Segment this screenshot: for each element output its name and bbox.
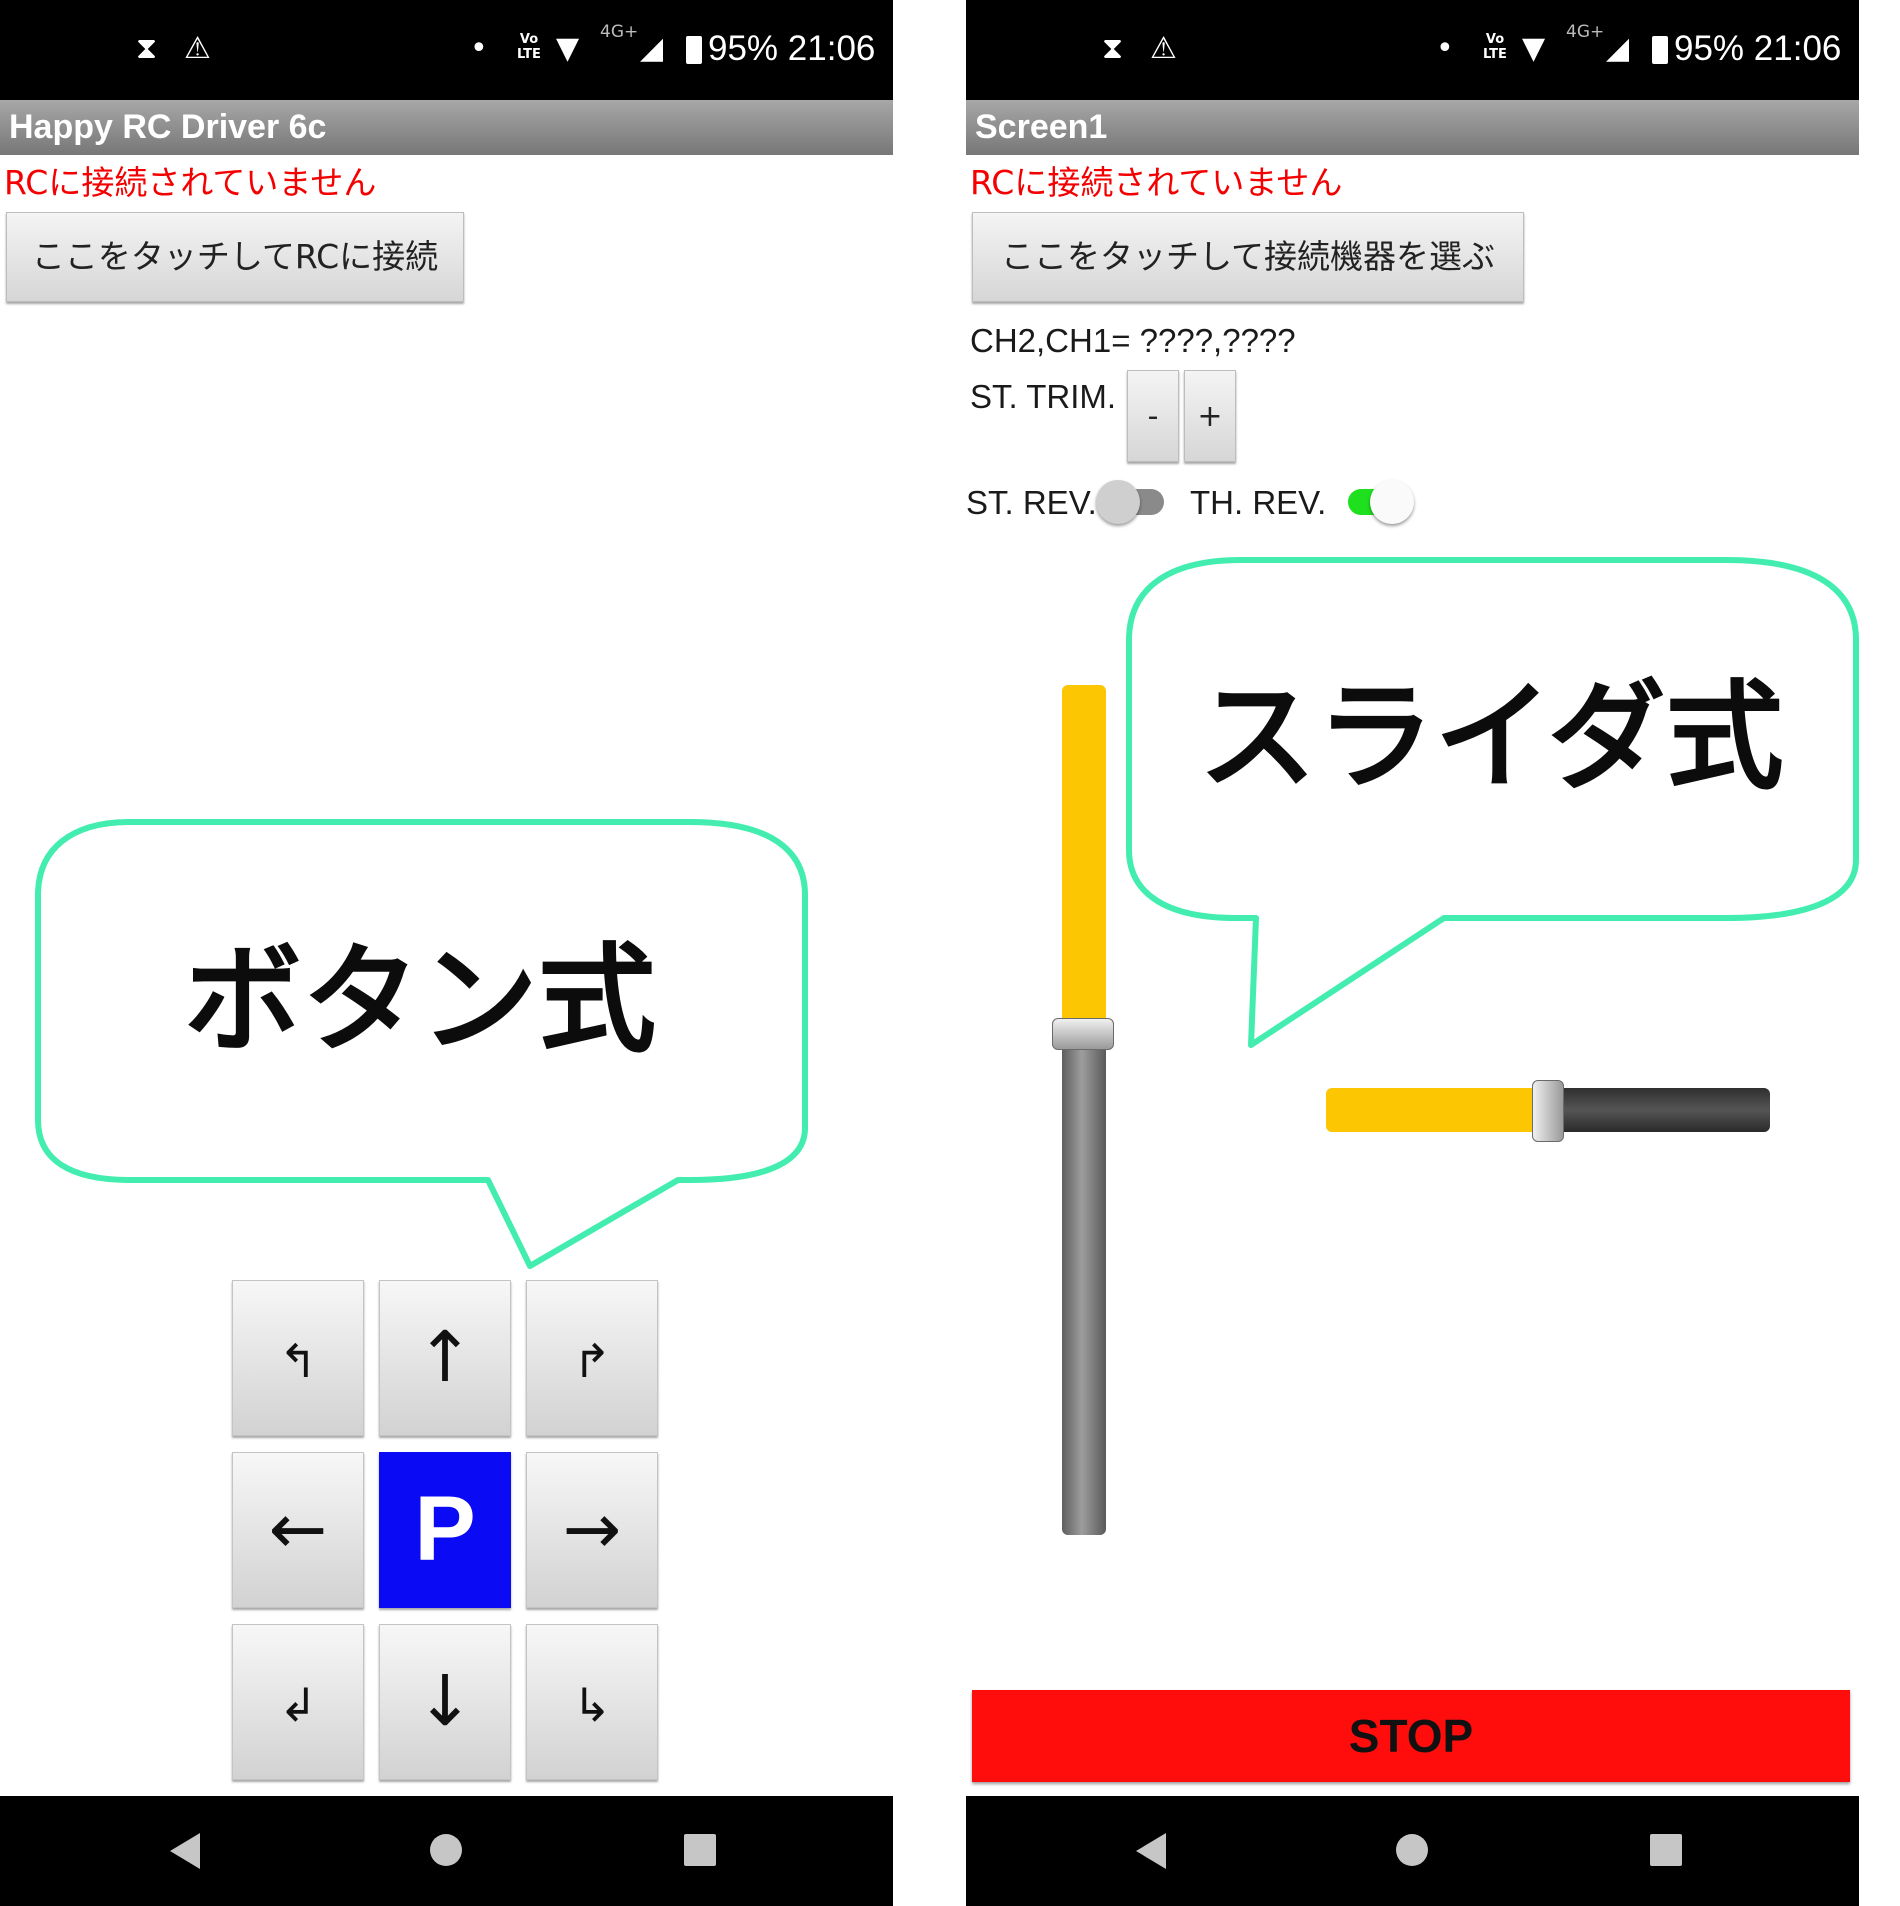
speech-bubble-slider-style bbox=[1126, 557, 1859, 1048]
stop-button[interactable]: STOP bbox=[972, 1690, 1850, 1782]
steering-slider-fill bbox=[1326, 1088, 1548, 1132]
home-icon[interactable] bbox=[1396, 1834, 1428, 1866]
recents-icon[interactable] bbox=[684, 1834, 716, 1866]
back-button[interactable]: ↓ bbox=[379, 1624, 511, 1780]
recents-icon[interactable] bbox=[1650, 1834, 1682, 1866]
forward-button[interactable]: ↑ bbox=[379, 1280, 511, 1436]
left-phone-screen: ⧗ ⚠ • Vo LTE ▼ 4G+ ◢ 95% 21:06 Happy RC … bbox=[0, 0, 893, 1906]
back-icon[interactable] bbox=[1136, 1833, 1166, 1869]
park-button[interactable]: P bbox=[379, 1452, 511, 1608]
forward-right-button[interactable]: ↱ bbox=[526, 1280, 658, 1436]
bubble-label-button-style: ボタン式 bbox=[183, 931, 656, 1069]
back-left-button[interactable]: ↲ bbox=[232, 1624, 364, 1780]
right-phone-screen: ⧗ ⚠ • Vo LTE ▼ 4G+ ◢ 95% 21:06 Screen1 R… bbox=[966, 0, 1859, 1906]
forward-left-button[interactable]: ↰ bbox=[232, 1280, 364, 1436]
left-button[interactable]: ← bbox=[232, 1452, 364, 1608]
navigation-bar bbox=[0, 1796, 893, 1906]
home-icon[interactable] bbox=[430, 1834, 462, 1866]
back-right-button[interactable]: ↳ bbox=[526, 1624, 658, 1780]
navigation-bar bbox=[966, 1796, 1859, 1906]
right-button[interactable]: → bbox=[526, 1452, 658, 1608]
back-icon[interactable] bbox=[170, 1833, 200, 1869]
steering-slider-track bbox=[1548, 1088, 1770, 1132]
bubble-label-slider-style: スライダ式 bbox=[1198, 668, 1784, 806]
steering-slider-thumb[interactable] bbox=[1532, 1080, 1564, 1142]
